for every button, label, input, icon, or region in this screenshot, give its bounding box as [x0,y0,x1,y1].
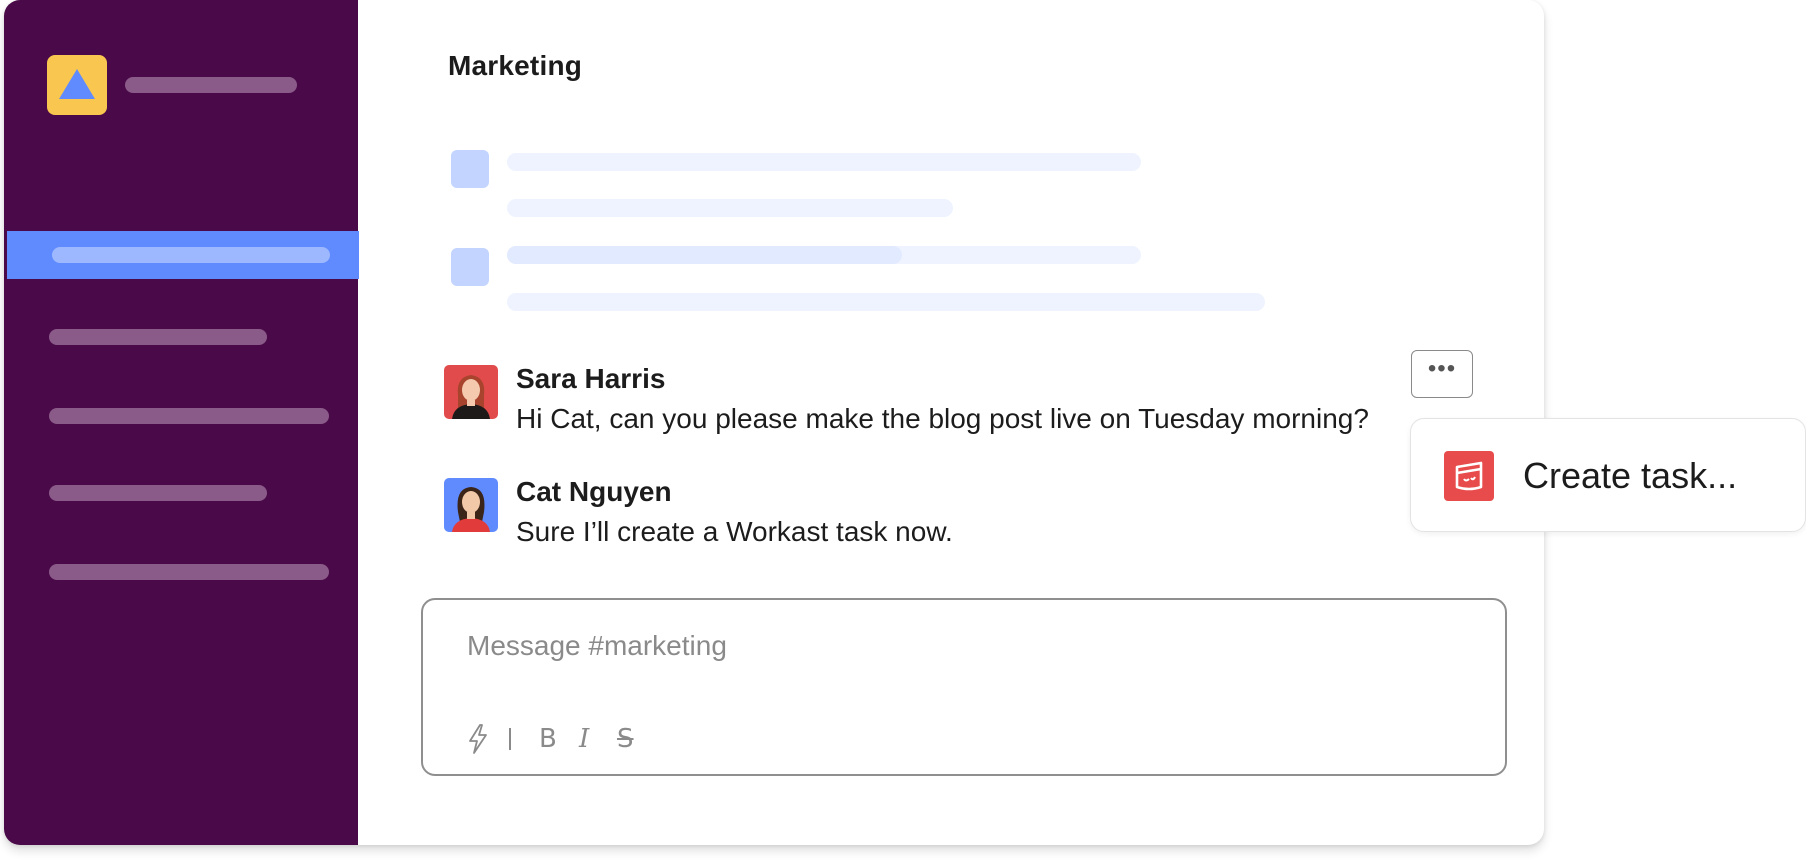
create-task-menu: Create task... [1410,418,1806,532]
workspace-logo[interactable] [47,55,107,115]
lightning-icon[interactable] [467,722,489,763]
sidebar [4,0,359,845]
sidebar-item-label-placeholder [49,564,329,580]
sara-harris-avatar-icon [444,365,498,419]
message-composer[interactable]: Message #marketing B I S [421,598,1507,776]
message-input[interactable]: Message #marketing [467,630,727,662]
avatar[interactable] [444,478,498,532]
triangle-logo-icon [59,69,95,99]
channel-title: Marketing [448,50,583,81]
italic-icon[interactable]: I [579,722,589,756]
sidebar-item-5[interactable] [4,548,358,596]
placeholder-highlight [507,246,902,264]
sidebar-item-label-placeholder [49,485,267,501]
sidebar-item-2[interactable] [4,313,358,361]
canvas: Marketing Sara Harris Hi Cat, can you pl… [0,0,1806,860]
strikethrough-icon[interactable]: S [617,722,634,756]
message-author[interactable]: Sara Harris [516,363,665,395]
avatar[interactable] [444,365,498,419]
bold-icon[interactable]: B [539,722,557,756]
toolbar-divider [509,728,511,750]
sidebar-item-label-placeholder [52,247,330,263]
message-text: Sure I’ll create a Workast task now. [516,516,953,547]
create-task-menu-item[interactable]: Create task... [1523,455,1737,497]
placeholder-line [507,246,1141,264]
cat-nguyen-avatar-icon [444,478,498,532]
message-text: Hi Cat, can you please make the blog pos… [516,403,1369,434]
message-author[interactable]: Cat Nguyen [516,476,672,508]
placeholder-avatar [451,248,489,286]
placeholder-line [507,153,1141,171]
placeholder-line [507,293,1265,311]
workast-icon [1444,451,1494,501]
placeholder-avatar [451,150,489,188]
placeholder-line [507,199,953,217]
sidebar-item-4[interactable] [4,469,358,517]
sidebar-item-label-placeholder [49,329,267,345]
sidebar-item-active[interactable] [7,231,359,279]
sidebar-item-3[interactable] [4,392,358,440]
more-actions-button[interactable]: ••• [1411,350,1473,398]
workspace-name-placeholder [125,77,297,93]
app-window: Marketing Sara Harris Hi Cat, can you pl… [4,0,1544,845]
sidebar-item-label-placeholder [49,408,329,424]
